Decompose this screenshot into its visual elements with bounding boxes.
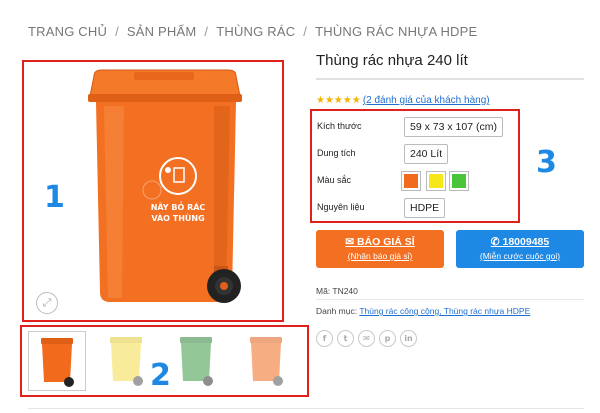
- product-title: Thùng rác nhựa 240 lít: [316, 52, 468, 69]
- color-swatch-orange[interactable]: [401, 171, 421, 191]
- color-label: Màu sắc: [317, 175, 352, 185]
- wholesale-quote-button[interactable]: ✉ BÁO GIÁ SỈ (Nhận báo giá sỉ): [316, 230, 444, 268]
- callout-number-3: 3: [536, 145, 557, 180]
- title-divider: [316, 78, 584, 80]
- review-count-link[interactable]: (2 đánh giá của khách hàng): [363, 95, 490, 106]
- linkedin-icon[interactable]: in: [400, 330, 417, 347]
- product-attributes: Kích thước 59 x 73 x 107 (cm) Dung tích …: [310, 109, 520, 223]
- callout-number-1: 1: [44, 180, 65, 215]
- zoom-icon[interactable]: ⤢: [36, 292, 58, 314]
- breadcrumb-home[interactable]: TRANG CHỦ: [28, 24, 107, 39]
- breadcrumb-products[interactable]: SẢN PHẨM: [127, 24, 197, 39]
- product-sku: Mã: TN240: [316, 286, 358, 296]
- color-swatch-green[interactable]: [449, 171, 469, 191]
- main-product-image[interactable]: NÂY BỎ RÁC VÀO THÙNG: [64, 66, 264, 318]
- size-option[interactable]: 59 x 73 x 107 (cm): [404, 117, 503, 137]
- pinterest-icon[interactable]: p: [379, 330, 396, 347]
- thumbnail-orange[interactable]: [28, 331, 86, 391]
- quote-button-sublabel: (Nhận báo giá sỉ): [347, 251, 413, 261]
- product-categories: Danh mục: Thùng rác công cộng, Thùng rác…: [316, 306, 530, 316]
- color-swatch-yellow[interactable]: [426, 171, 446, 191]
- capacity-label: Dung tích: [317, 148, 356, 158]
- quote-button-label: BÁO GIÁ SỈ: [356, 236, 415, 248]
- categories-label: Danh mục:: [316, 306, 358, 316]
- meta-divider: [316, 299, 584, 300]
- star-rating-icon: ★★★★★: [316, 95, 361, 106]
- thumbnail-orange-alt[interactable]: [238, 331, 296, 391]
- breadcrumb-separator: /: [303, 24, 308, 39]
- capacity-option[interactable]: 240 Lít: [404, 144, 449, 164]
- envelope-icon: ✉: [345, 236, 357, 248]
- breadcrumb-separator: /: [204, 24, 209, 39]
- material-option[interactable]: HDPE: [404, 198, 446, 218]
- email-icon[interactable]: ✉: [358, 330, 375, 347]
- divider: [28, 408, 584, 409]
- share-buttons: f t ✉ p in: [316, 330, 417, 347]
- thumbnail-yellow[interactable]: [98, 331, 156, 391]
- breadcrumb: TRANG CHỦ / SẢN PHẨM / THÙNG RÁC / THÙNG RÁC N…: [28, 24, 477, 39]
- material-label: Nguyên liệu: [317, 202, 365, 212]
- breadcrumb-separator: /: [115, 24, 119, 39]
- breadcrumb-trash-bins[interactable]: THÙNG RÁC: [216, 24, 295, 39]
- call-button-label: 18009485: [502, 236, 550, 248]
- thumbnail-green[interactable]: [168, 331, 226, 391]
- bin-label-line2: VÀO THÙNG: [151, 212, 204, 223]
- product-rating: ★★★★★ (2 đánh giá của khách hàng): [316, 95, 490, 106]
- hotline-call-button[interactable]: ✆ 18009485 (Miễn cước cuộc gọi): [456, 230, 584, 268]
- size-label: Kích thước: [317, 121, 362, 131]
- category-links[interactable]: Thùng rác công cộng, Thùng rác nhựa HDPE: [359, 306, 530, 316]
- call-button-sublabel: (Miễn cước cuộc gọi): [479, 251, 561, 261]
- callout-number-2: 2: [150, 358, 171, 393]
- twitter-icon[interactable]: t: [337, 330, 354, 347]
- phone-icon: ✆: [490, 236, 503, 248]
- facebook-icon[interactable]: f: [316, 330, 333, 347]
- breadcrumb-hdpe-bins[interactable]: THÙNG RÁC NHỰA HDPE: [315, 24, 477, 39]
